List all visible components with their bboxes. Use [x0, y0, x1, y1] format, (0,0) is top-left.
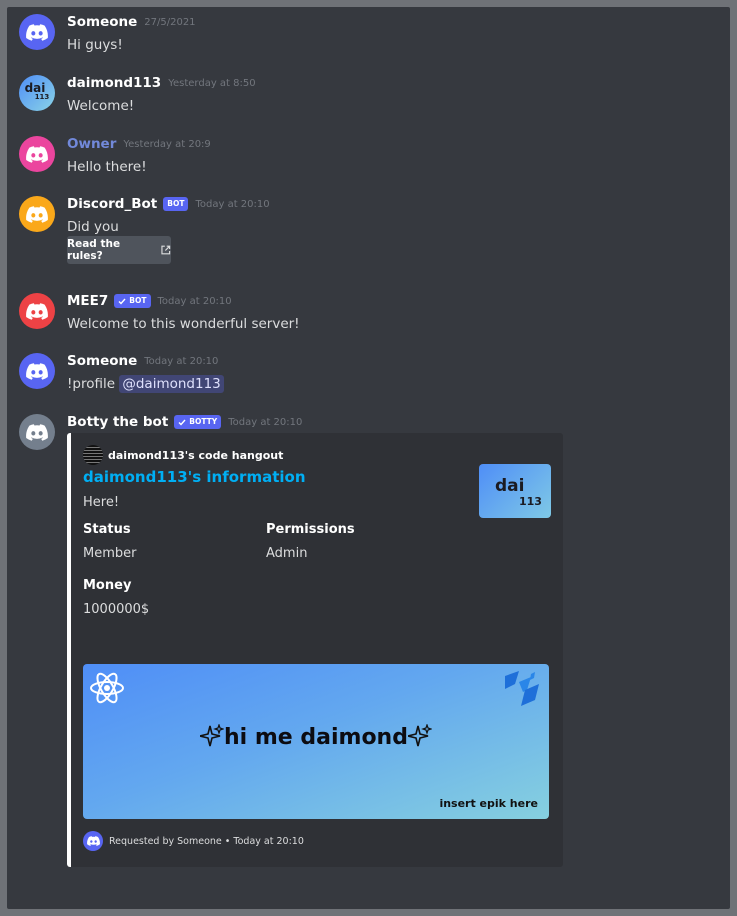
username[interactable]: Someone	[67, 353, 137, 369]
tag-label: BOT	[129, 296, 147, 305]
avatar[interactable]	[19, 136, 55, 172]
discord-logo-icon	[26, 363, 48, 380]
thumbnail-subtext: 113	[519, 495, 542, 508]
discord-logo-icon	[26, 424, 48, 441]
author-icon	[83, 445, 103, 465]
verified-bot-tag: BOTTY	[174, 415, 222, 429]
message-text: Welcome!	[67, 98, 135, 114]
field-name-permissions: Permissions	[266, 522, 355, 537]
sparkles-icon	[199, 723, 225, 747]
timestamp: Today at 20:10	[144, 355, 219, 367]
avatar-subtext: 113	[34, 93, 50, 101]
verified-bot-tag: BOT	[114, 294, 151, 308]
avatar[interactable]	[19, 353, 55, 389]
embed-author-name: daimond113's code hangout	[108, 448, 284, 462]
field-value-money: 1000000$	[83, 602, 150, 617]
field-value-permissions: Admin	[266, 546, 308, 561]
message-text: Hello there!	[67, 159, 147, 175]
read-rules-button[interactable]: Read the rules?	[67, 236, 171, 264]
timestamp: 27/5/2021	[144, 16, 196, 28]
field-value-status: Member	[83, 546, 137, 561]
bot-tag: BOT	[163, 197, 189, 211]
tag-label: BOTTY	[189, 417, 218, 426]
username[interactable]: Someone	[67, 14, 137, 30]
timestamp: Yesterday at 20:9	[123, 138, 211, 150]
username[interactable]: Owner	[67, 136, 116, 152]
avatar[interactable]	[19, 293, 55, 329]
thumbnail-text: dai	[495, 476, 525, 496]
timestamp: Yesterday at 8:50	[168, 77, 256, 89]
embed-title[interactable]: daimond113's information	[83, 468, 306, 486]
chat-window: Someone 27/5/2021 Hi guys! dai 113 daimo…	[7, 7, 730, 909]
message-text: Welcome to this wonderful server!	[67, 316, 300, 332]
discord-logo-icon	[26, 24, 48, 41]
field-name-money: Money	[83, 578, 132, 593]
timestamp: Today at 20:10	[157, 295, 232, 307]
external-link-icon	[161, 245, 171, 255]
rich-embed: daimond113's code hangout daimond113's i…	[67, 433, 563, 867]
message-text: !profile @daimond113	[67, 375, 224, 393]
username[interactable]: MEE7	[67, 293, 108, 309]
embed-image[interactable]: hi me daimond insert epik here	[83, 664, 549, 819]
timestamp: Today at 20:10	[228, 416, 303, 428]
embed-thumbnail[interactable]: dai 113	[479, 464, 551, 518]
command-text: !profile	[67, 376, 116, 392]
react-atom-icon	[90, 672, 124, 704]
avatar[interactable]	[19, 196, 55, 232]
image-heading: hi me daimond	[83, 723, 549, 750]
message-text: Hi guys!	[67, 37, 123, 53]
image-caption: insert epik here	[439, 797, 538, 810]
embed-author: daimond113's code hangout	[83, 445, 283, 465]
avatar[interactable]	[19, 14, 55, 50]
username[interactable]: Discord_Bot	[67, 196, 157, 212]
field-name-status: Status	[83, 522, 131, 537]
footer-avatar	[83, 831, 103, 851]
embed-footer-text: Requested by Someone • Today at 20:10	[109, 835, 304, 847]
discord-logo-icon	[87, 836, 100, 846]
discord-logo-icon	[26, 206, 48, 223]
embed-description: Here!	[83, 495, 120, 510]
avatar-text: dai	[24, 81, 46, 95]
button-label: Read the rules?	[67, 238, 121, 262]
timestamp: Today at 20:10	[195, 198, 270, 210]
username[interactable]: daimond113	[67, 75, 161, 91]
checkmark-icon	[118, 298, 126, 305]
discord-logo-icon	[26, 146, 48, 163]
image-heading-text: hi me daimond	[224, 725, 408, 750]
username[interactable]: Botty the bot	[67, 414, 168, 430]
avatar[interactable]	[19, 414, 55, 450]
discord-logo-icon	[26, 303, 48, 320]
checkmark-icon	[178, 419, 186, 426]
user-mention[interactable]: @daimond113	[119, 375, 224, 393]
avatar[interactable]: dai 113	[19, 75, 55, 111]
logo-icon	[505, 671, 539, 706]
message-text: Did you	[67, 219, 119, 235]
sparkles-icon	[407, 723, 433, 747]
embed-footer: Requested by Someone • Today at 20:10	[83, 831, 304, 851]
